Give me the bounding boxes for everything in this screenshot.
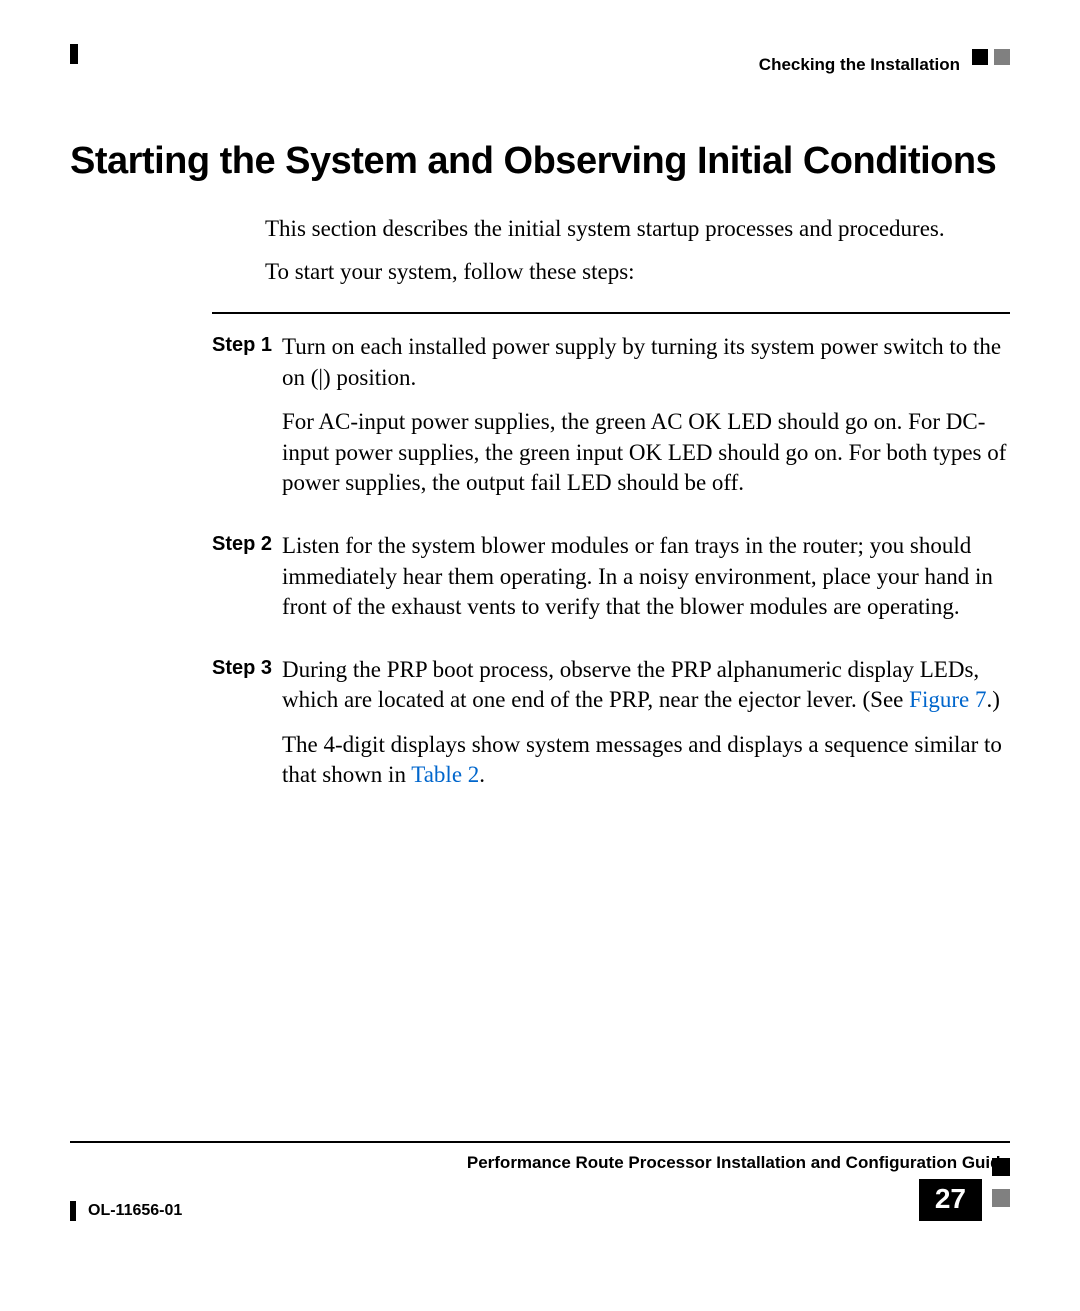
step-item: Step 3 During the PRP boot process, obse… — [212, 655, 1010, 805]
document-page: Checking the Installation Starting the S… — [0, 0, 1080, 1311]
footer-right: 27 — [919, 1179, 1010, 1221]
step-paragraph: The 4-digit displays show system message… — [282, 730, 1010, 791]
crop-mark-icon — [70, 44, 78, 64]
step-text: . — [479, 762, 485, 787]
step-text: During the PRP boot process, observe the… — [282, 657, 979, 713]
intro-paragraph: This section describes the initial syste… — [265, 213, 1010, 244]
step-text: .) — [986, 687, 999, 712]
divider — [70, 1141, 1010, 1143]
footer-guide-title: Performance Route Processor Installation… — [70, 1153, 1010, 1173]
step-paragraph: During the PRP boot process, observe the… — [282, 655, 1010, 716]
step-paragraph: For AC-input power supplies, the green A… — [282, 407, 1010, 499]
table-reference-link[interactable]: Table 2 — [411, 762, 479, 787]
square-icon — [992, 1189, 1010, 1207]
header-right-marks — [972, 49, 1010, 65]
step-text: The 4-digit displays show system message… — [282, 732, 1002, 788]
step-label: Step 2 — [212, 531, 282, 637]
step-label: Step 3 — [212, 655, 282, 805]
running-header: Checking the Installation — [759, 55, 960, 75]
step-item: Step 2 Listen for the system blower modu… — [212, 531, 1010, 637]
divider — [212, 312, 1010, 314]
step-paragraph: Turn on each installed power supply by t… — [282, 332, 1010, 393]
intro-paragraph: To start your system, follow these steps… — [265, 256, 1010, 287]
crop-mark-icon — [70, 1201, 76, 1221]
step-paragraph: Listen for the system blower modules or … — [282, 531, 1010, 623]
step-content: Turn on each installed power supply by t… — [282, 332, 1010, 513]
page-number: 27 — [919, 1179, 982, 1221]
footer-bottom-row: OL-11656-01 27 — [70, 1179, 1010, 1221]
steps-list: Step 1 Turn on each installed power supp… — [212, 332, 1010, 805]
step-content: During the PRP boot process, observe the… — [282, 655, 1010, 805]
page-title: Starting the System and Observing Initia… — [70, 140, 1010, 183]
square-icon — [972, 49, 988, 65]
figure-reference-link[interactable]: Figure 7 — [909, 687, 986, 712]
page-footer: Performance Route Processor Installation… — [70, 1141, 1010, 1221]
footer-left: OL-11656-01 — [70, 1201, 182, 1221]
step-content: Listen for the system blower modules or … — [282, 531, 1010, 637]
square-icon — [994, 49, 1010, 65]
intro-section: This section describes the initial syste… — [265, 213, 1010, 287]
step-label: Step 1 — [212, 332, 282, 513]
step-item: Step 1 Turn on each installed power supp… — [212, 332, 1010, 513]
document-id: OL-11656-01 — [88, 1202, 182, 1220]
